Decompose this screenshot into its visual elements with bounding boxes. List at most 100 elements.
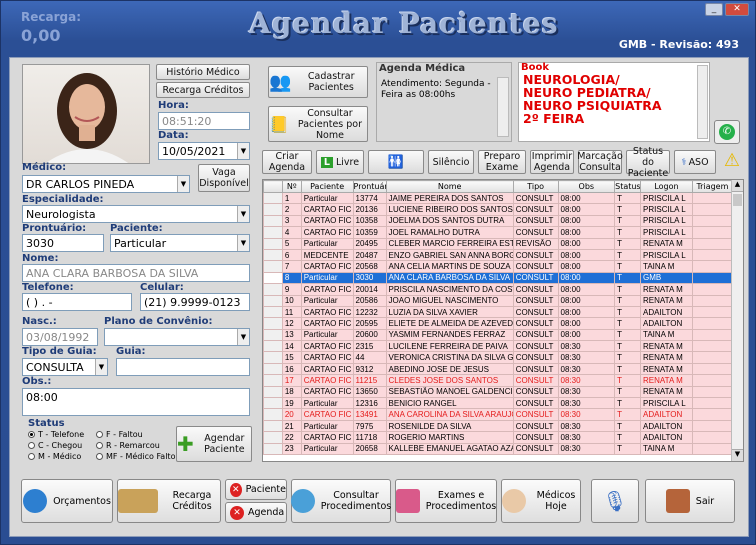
row-indicator[interactable]: [263, 442, 283, 456]
obs-field[interactable]: 08:00: [22, 388, 250, 416]
cancel-paciente-button[interactable]: ✕ Paciente: [225, 479, 287, 500]
vaga-disponivel-button[interactable]: Vaga Disponível: [198, 164, 250, 192]
table-row[interactable]: 4 CARTAO FIC 10359 JOEL RAMALHO DUTRA CONSUL…: [263, 226, 734, 239]
row-indicator[interactable]: [263, 431, 283, 444]
table-row[interactable]: 8 Particular 3030 ANA CLARA BARBOSA DA SILV…: [263, 271, 734, 285]
table-row[interactable]: 22 CARTAO FIC 11718 ROGERIO MARTINS CONSULT 0…: [263, 431, 734, 444]
row-indicator[interactable]: [263, 271, 283, 285]
scroll-up-icon[interactable]: ▲: [732, 180, 743, 192]
table-row[interactable]: 6 MEDCENTE 20487 ENZO GABRIEL SAN ANNA BORG…: [263, 248, 734, 262]
row-indicator[interactable]: [263, 305, 283, 319]
table-row[interactable]: 5 Particular 20495 CLEBER MARCIO FERREIRA E…: [263, 237, 734, 250]
table-row[interactable]: 12 CARTAO FIC 20595 ELIETE DE ALMEIDA DE AZ…: [263, 317, 734, 330]
microphone-button[interactable]: 🎙: [591, 479, 639, 523]
imprimir-agenda-button[interactable]: Imprimir Agenda: [530, 150, 574, 174]
row-indicator[interactable]: [263, 203, 283, 216]
row-indicator[interactable]: [263, 214, 283, 228]
chevron-down-icon[interactable]: ▼: [177, 176, 189, 192]
table-row[interactable]: 18 CARTAO FIC 13650 SEBASTIÃO MANOEL GALDEN…: [263, 385, 734, 399]
book-scrollbar[interactable]: [697, 65, 708, 139]
historico-medico-button[interactable]: Histório Médico: [156, 64, 250, 80]
row-indicator[interactable]: [263, 362, 283, 376]
scroll-down-icon[interactable]: ▼: [732, 449, 743, 461]
plano-select[interactable]: ▼: [104, 328, 250, 346]
row-indicator[interactable]: [263, 283, 283, 296]
tipo-guia-select[interactable]: CONSULTA ▼: [22, 358, 108, 376]
column-header[interactable]: Prontuário: [352, 180, 387, 193]
table-row[interactable]: 10 Particular 20586 JOAO MIGUEL NASCIMENTO C…: [263, 294, 734, 307]
nome-field[interactable]: ANA CLARA BARBOSA DA SILVA: [22, 264, 250, 282]
table-row[interactable]: 3 CARTAO FIC 10358 JOELMA DOS SANTOS DUTRA C…: [263, 214, 734, 228]
people-button[interactable]: 🚻: [368, 150, 424, 174]
chevron-down-icon[interactable]: ▼: [237, 143, 249, 159]
column-header[interactable]: Paciente: [300, 180, 354, 193]
grid-scrollbar[interactable]: ▲ ▼: [731, 180, 743, 461]
criar-agenda-button[interactable]: Criar Agenda: [262, 150, 312, 174]
minimize-button[interactable]: _: [705, 3, 723, 16]
scroll-thumb[interactable]: [733, 194, 742, 206]
table-row[interactable]: 13 Particular 20600 YASMIM FERNANDES FERRAZ…: [263, 328, 734, 342]
data-field[interactable]: 10/05/2021 ▼: [158, 142, 250, 160]
consultar-procedimentos-button[interactable]: Consultar Procedimentos: [290, 479, 391, 523]
row-indicator[interactable]: [263, 340, 283, 353]
table-row[interactable]: 9 CARTAO FIC 20014 PRISCILA NASCIMENTO DA C…: [263, 283, 734, 296]
row-indicator[interactable]: [263, 237, 283, 250]
table-row[interactable]: 20 CARTAO FIC 13491 ANA CAROLINA DA SILVA A…: [263, 408, 734, 421]
table-row[interactable]: 16 CARTAO FIC 9312 ABEDINO JOSE DE JESUS CON…: [263, 362, 734, 376]
column-header[interactable]: Nome: [385, 180, 514, 193]
column-header[interactable]: Status: [614, 180, 642, 193]
status-radio-medico[interactable]: M - Médico: [28, 452, 81, 461]
celular-field[interactable]: (21) 9.9999-0123: [140, 293, 250, 311]
column-header[interactable]: Obs: [557, 180, 616, 193]
table-row[interactable]: 11 CARTAO FIC 12232 LUZIA DA SILVA XAVIER CO…: [263, 305, 734, 319]
cadastrar-pacientes-button[interactable]: 👥 Cadastrar Pacientes: [268, 66, 368, 98]
chevron-down-icon[interactable]: ▼: [95, 359, 107, 375]
row-indicator[interactable]: [263, 191, 283, 205]
warning-icon[interactable]: ⚠: [720, 150, 744, 174]
status-radio-medico-faltou[interactable]: MF - Médico Faltou: [96, 452, 181, 461]
row-indicator[interactable]: [263, 351, 283, 364]
marcacao-consulta-button[interactable]: Marcação Consulta: [577, 150, 623, 174]
chevron-down-icon[interactable]: ▼: [237, 206, 249, 222]
row-indicator[interactable]: [263, 408, 283, 421]
row-indicator[interactable]: [263, 294, 283, 307]
row-indicator[interactable]: [263, 260, 283, 273]
exames-procedimentos-button[interactable]: Exames e Procedimentos: [395, 479, 497, 523]
table-row[interactable]: 14 CARTAO FIC 2315 LUCILENE FERREIRA DE PAI…: [263, 340, 734, 353]
table-row[interactable]: 21 Particular 7975 ROSENILDE DA SILVA CONSUL…: [263, 419, 734, 433]
livre-button[interactable]: L Livre: [316, 150, 364, 174]
table-row[interactable]: 2 CARTAO FIC 20136 LUCIENE RIBEIRO DOS SANT…: [263, 203, 734, 216]
agenda-scrollbar[interactable]: [497, 77, 509, 137]
status-radio-chegou[interactable]: C - Chegou: [28, 441, 82, 450]
table-row[interactable]: 15 CARTAO FIC 44 VERONICA CRISTINA DA SILVA…: [263, 351, 734, 364]
sair-button[interactable]: Sair: [645, 479, 735, 523]
table-row[interactable]: 19 Particular 12316 BENICIO RANGEL CONSULT 08…: [263, 397, 734, 410]
row-indicator[interactable]: [263, 374, 283, 387]
row-indicator[interactable]: [263, 328, 283, 342]
row-indicator[interactable]: [263, 397, 283, 410]
row-indicator[interactable]: [263, 385, 283, 399]
table-row[interactable]: 23 Particular 20658 KALLEBE EMANUEL AGATAO …: [263, 442, 734, 456]
status-radio-telefone[interactable]: T - Telefone: [28, 430, 84, 439]
table-row[interactable]: 7 CARTAO FIC 20568 ANA CELIA MARTINS DE SOU…: [263, 260, 734, 273]
medicos-hoje-button[interactable]: Médicos Hoje: [501, 479, 581, 523]
paciente-select[interactable]: Particular ▼: [110, 234, 250, 252]
status-radio-remarcou[interactable]: R - Remarcou: [96, 441, 160, 450]
medico-select[interactable]: DR CARLOS PINEDA ▼: [22, 175, 190, 193]
aso-button[interactable]: ⚕ ASO: [674, 150, 716, 174]
row-indicator[interactable]: [263, 419, 283, 433]
recarga-creditos-button[interactable]: Recarga Créditos: [156, 82, 250, 98]
cancel-agenda-button[interactable]: ✕ Agenda: [225, 502, 287, 523]
column-header[interactable]: Tipo: [512, 180, 559, 193]
guia-field[interactable]: [116, 358, 250, 376]
chevron-down-icon[interactable]: ▼: [237, 329, 249, 345]
status-radio-faltou[interactable]: F - Faltou: [96, 430, 143, 439]
status-paciente-button[interactable]: Status do Paciente: [626, 146, 670, 179]
row-indicator[interactable]: [263, 317, 283, 330]
consultar-pacientes-button[interactable]: 📒 Consultar Pacientes por Nome: [268, 106, 368, 142]
column-header[interactable]: Triagem: [691, 180, 734, 193]
nasc-field[interactable]: 03/08/1992: [22, 328, 98, 346]
agendar-paciente-button[interactable]: ✚ Agendar Paciente: [176, 426, 252, 462]
row-indicator[interactable]: [263, 248, 283, 262]
whatsapp-button[interactable]: ✆: [714, 120, 740, 144]
